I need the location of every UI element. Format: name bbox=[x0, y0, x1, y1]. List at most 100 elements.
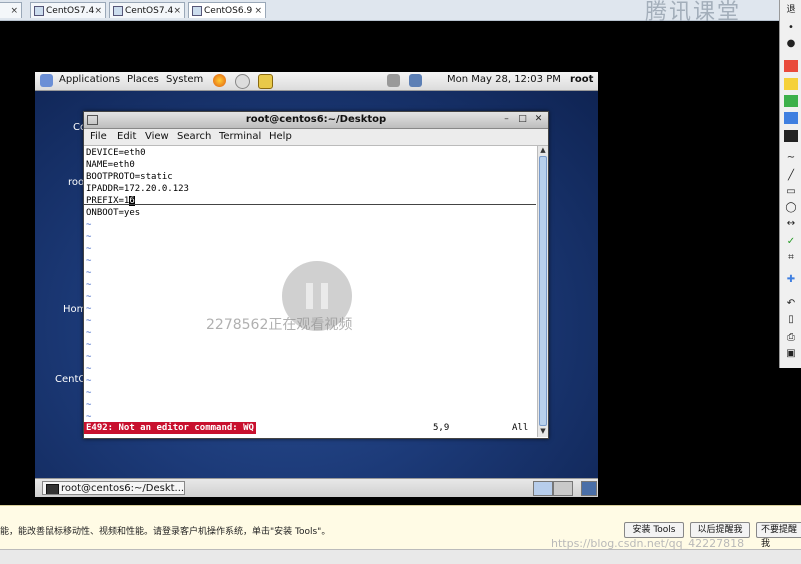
volume-icon[interactable] bbox=[387, 74, 400, 87]
host-tab-centos74-b[interactable]: CentOS7.4 × bbox=[109, 2, 185, 18]
vm-icon bbox=[113, 5, 123, 16]
desktop-icon-label[interactable]: CentO bbox=[55, 374, 86, 385]
config-line: ONBOOT=yes bbox=[86, 208, 141, 218]
color-green-icon[interactable] bbox=[784, 95, 798, 107]
scroll-position: All bbox=[512, 423, 529, 433]
host-status-bar bbox=[0, 549, 801, 564]
tab-label: CentOS6.9 bbox=[204, 6, 253, 16]
trash-icon[interactable] bbox=[581, 481, 597, 496]
tab-label: CentOS7.4 bbox=[125, 6, 174, 16]
taskbar-label: root@centos6:~/Deskt... bbox=[61, 483, 185, 494]
host-tab-centos69[interactable]: CentOS6.9 × bbox=[188, 2, 266, 18]
menu-search[interactable]: Search bbox=[177, 131, 211, 142]
places-menu[interactable]: Places bbox=[127, 74, 159, 85]
rectangle-icon[interactable]: ▭ bbox=[784, 186, 798, 198]
color-black-icon[interactable] bbox=[784, 130, 798, 142]
undo-icon[interactable]: ↶ bbox=[784, 298, 798, 310]
remind-later-button[interactable]: 以后提醒我 bbox=[690, 522, 750, 538]
empty-line-tilde: ~ bbox=[86, 364, 92, 374]
applications-menu[interactable]: Applications bbox=[59, 74, 120, 85]
config-line: DEVICE=eth0 bbox=[86, 148, 146, 158]
install-tools-button[interactable]: 安装 Tools bbox=[624, 522, 684, 538]
gnome-bottom-panel: root@centos6:~/Deskt... bbox=[35, 478, 598, 497]
config-line: BOOTPROTO=static bbox=[86, 172, 173, 182]
terminal-menubar: File Edit View Search Terminal Help bbox=[84, 129, 548, 146]
empty-line-tilde: ~ bbox=[86, 256, 92, 266]
config-line: IPADDR=172.20.0.123 bbox=[86, 184, 189, 194]
move-icon[interactable]: ✚ bbox=[784, 274, 798, 286]
vmware-tools-bar: 能，能改善鼠标移动性、视频和性能。请登录客户机操作系统，单击"安装 Tools"… bbox=[0, 505, 801, 550]
scrollbar-thumb[interactable] bbox=[539, 156, 547, 426]
cursor-position: 5,9 bbox=[433, 423, 450, 433]
vi-status-line: E492: Not an editor command: WQ 5,9 All bbox=[84, 422, 536, 434]
maximize-icon[interactable]: □ bbox=[517, 113, 528, 125]
close-icon[interactable]: × bbox=[10, 3, 18, 19]
cursor-line-underline bbox=[84, 204, 536, 205]
print-icon[interactable]: ⎙ bbox=[784, 332, 798, 344]
vm-icon bbox=[192, 5, 202, 16]
firefox-icon[interactable] bbox=[213, 74, 226, 87]
scroll-down-icon[interactable]: ▼ bbox=[538, 427, 548, 436]
freehand-icon[interactable]: ∼ bbox=[784, 152, 798, 164]
empty-line-tilde: ~ bbox=[86, 268, 92, 278]
terminal-scrollbar[interactable]: ▲ ▼ bbox=[537, 146, 548, 437]
close-icon[interactable]: × bbox=[254, 3, 262, 19]
config-line: NAME=eth0 bbox=[86, 160, 135, 170]
menu-view[interactable]: View bbox=[145, 131, 169, 142]
system-menu[interactable]: System bbox=[166, 74, 203, 85]
crop-icon[interactable]: ⌗ bbox=[784, 252, 798, 264]
color-red-icon[interactable] bbox=[784, 60, 798, 72]
clock[interactable]: Mon May 28, 12:03 PM bbox=[447, 74, 561, 85]
error-message: E492: Not an editor command: WQ bbox=[84, 422, 256, 434]
exit-button[interactable]: 退 bbox=[784, 4, 798, 16]
empty-line-tilde: ~ bbox=[86, 316, 92, 326]
menu-file[interactable]: File bbox=[90, 131, 107, 142]
tools-message: 能，能改善鼠标移动性、视频和性能。请登录客户机操作系统，单击"安装 Tools"… bbox=[0, 527, 331, 537]
color-blue-icon[interactable] bbox=[784, 112, 798, 124]
taskbar-terminal-button[interactable]: root@centos6:~/Deskt... bbox=[42, 481, 185, 495]
config-line-prefix: PREFIX=16 bbox=[86, 195, 135, 207]
screen-icon[interactable]: ▣ bbox=[784, 348, 798, 360]
close-icon[interactable]: × bbox=[94, 3, 102, 19]
gnome-top-panel: Applications Places System Mon May 28, 1… bbox=[35, 72, 598, 91]
close-icon[interactable]: ✕ bbox=[533, 113, 544, 125]
host-tab-partial[interactable]: × bbox=[0, 2, 22, 18]
empty-line-tilde: ~ bbox=[86, 388, 92, 398]
mail-icon[interactable] bbox=[235, 74, 250, 89]
dot-small-icon[interactable]: • bbox=[784, 22, 798, 34]
line-icon[interactable]: ╱ bbox=[784, 170, 798, 182]
host-tab-centos74-a[interactable]: CentOS7.4 × bbox=[30, 2, 106, 18]
notes-icon[interactable] bbox=[258, 74, 273, 89]
vm-display[interactable]: Co roo Hom CentO Applications Places Sys… bbox=[0, 21, 780, 505]
scroll-up-icon[interactable]: ▲ bbox=[538, 146, 548, 155]
empty-line-tilde: ~ bbox=[86, 340, 92, 350]
network-icon[interactable] bbox=[409, 74, 422, 87]
empty-line-tilde: ~ bbox=[86, 376, 92, 386]
workspace-1[interactable] bbox=[533, 481, 553, 496]
workspace-2[interactable] bbox=[553, 481, 573, 496]
terminal-icon bbox=[46, 484, 59, 494]
empty-line-tilde: ~ bbox=[86, 352, 92, 362]
arrow-icon[interactable]: ↔ bbox=[784, 218, 798, 230]
viewer-overlay-text: 2278562正在观看视频 bbox=[206, 317, 353, 333]
annotation-toolbar: 退 • ● ∼ ╱ ▭ ◯ ↔ ✓ ⌗ ✚ ↶ ▯ ⎙ ▣ bbox=[779, 0, 801, 368]
desktop-icon-label[interactable]: roo bbox=[68, 177, 84, 188]
host-tab-bar: × CentOS7.4 × CentOS7.4 × CentOS6.9 × 腾讯… bbox=[0, 0, 780, 25]
color-yellow-icon[interactable] bbox=[784, 78, 798, 90]
document-icon[interactable]: ▯ bbox=[784, 314, 798, 326]
close-icon[interactable]: × bbox=[173, 3, 181, 19]
window-title: root@centos6:~/Desktop bbox=[245, 114, 387, 125]
minimize-icon[interactable]: – bbox=[501, 113, 512, 125]
terminal-titlebar[interactable]: root@centos6:~/Desktop – □ ✕ bbox=[84, 112, 548, 129]
ellipse-icon[interactable]: ◯ bbox=[784, 202, 798, 214]
user-name[interactable]: root bbox=[570, 74, 593, 85]
empty-line-tilde: ~ bbox=[86, 292, 92, 302]
menu-edit[interactable]: Edit bbox=[117, 131, 136, 142]
menu-terminal[interactable]: Terminal bbox=[219, 131, 261, 142]
empty-line-tilde: ~ bbox=[86, 232, 92, 242]
menu-help[interactable]: Help bbox=[269, 131, 292, 142]
dont-remind-button[interactable]: 不要提醒我 bbox=[756, 522, 801, 549]
dot-large-icon[interactable]: ● bbox=[784, 38, 798, 50]
empty-line-tilde: ~ bbox=[86, 244, 92, 254]
check-icon[interactable]: ✓ bbox=[784, 236, 798, 248]
